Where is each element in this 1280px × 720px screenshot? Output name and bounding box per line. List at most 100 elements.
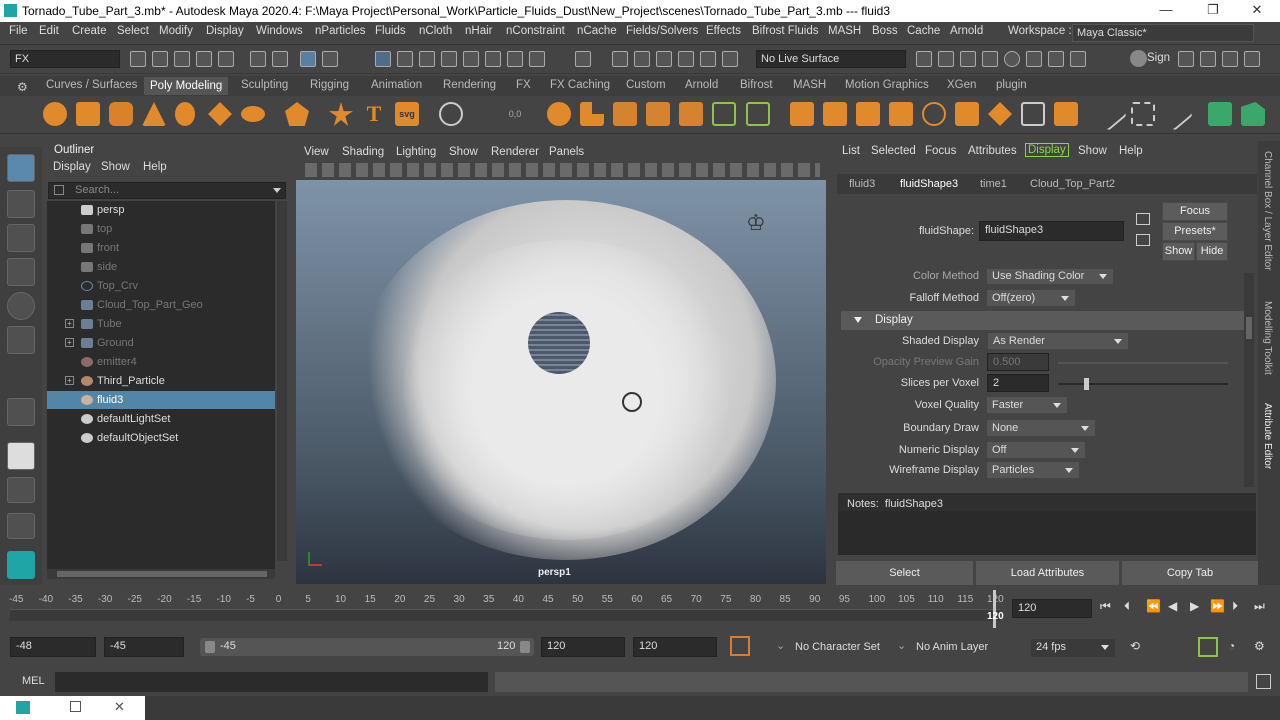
menu-ncache[interactable]: nCache	[577, 25, 617, 37]
output-ops-icon[interactable]	[656, 51, 672, 67]
viewport-menu-lighting[interactable]: Lighting	[396, 146, 436, 158]
snap-together-icon[interactable]	[507, 51, 523, 67]
slider-handle[interactable]	[1084, 378, 1089, 390]
outliner-item-side[interactable]: side	[47, 258, 275, 276]
voxel-quality-dropdown[interactable]: Faster	[986, 396, 1068, 414]
search-dropdown-chevron-icon[interactable]	[273, 188, 281, 193]
render-view-icon[interactable]	[1026, 51, 1042, 67]
shelf-tab-plugin[interactable]: plugin	[996, 79, 1027, 91]
four-view-layout-icon[interactable]	[7, 477, 35, 503]
goto-end-icon[interactable]: ⏭	[1254, 599, 1265, 614]
fps-dropdown[interactable]: 24 fps	[1030, 638, 1116, 658]
outliner-item-front[interactable]: front	[47, 239, 275, 257]
shelf-tab-curves-surfaces[interactable]: Curves / Surfaces	[46, 79, 137, 91]
ae-tab-fluidshape3[interactable]: fluidShape3	[900, 178, 958, 190]
extrude-icon[interactable]	[790, 102, 814, 126]
quad-draw-icon[interactable]	[1131, 102, 1155, 126]
presets-button[interactable]: Presets*	[1162, 222, 1228, 241]
menu-select[interactable]: Select	[117, 25, 149, 37]
menu-mash[interactable]: MASH	[828, 25, 861, 37]
outliner-vertical-scrollbar[interactable]	[277, 201, 287, 561]
step-back-key-icon[interactable]: ⏪	[1146, 599, 1161, 613]
sign-in-link[interactable]: Sign	[1147, 52, 1170, 64]
viewport-persp[interactable]: ♔ persp1	[296, 180, 826, 584]
viewport-icon-bar[interactable]	[305, 163, 820, 177]
lasso-icon[interactable]	[322, 51, 338, 67]
outliner-menu-display[interactable]: Display	[53, 161, 91, 173]
viewport-menu-panels[interactable]: Panels	[549, 146, 584, 158]
scene-end-field[interactable]: 120	[633, 637, 717, 657]
poly-plane-icon[interactable]	[208, 102, 232, 126]
auto-key-icon[interactable]	[730, 636, 750, 656]
sculpt-tool-icon[interactable]	[439, 102, 463, 126]
redo-icon[interactable]	[218, 51, 234, 67]
scrollbar-thumb[interactable]	[1246, 317, 1252, 339]
uv-editor-icon[interactable]	[1208, 102, 1232, 126]
menu-arnold[interactable]: Arnold	[950, 25, 983, 37]
step-forward-key-icon[interactable]: ⏩	[1210, 599, 1225, 613]
ipr-render-icon[interactable]	[960, 51, 976, 67]
single-view-layout-icon[interactable]	[7, 442, 35, 470]
lasso-tool-icon[interactable]	[7, 190, 35, 218]
ae-menu-display[interactable]: Display	[1025, 143, 1069, 157]
focus-button[interactable]: Focus	[1162, 202, 1228, 221]
menu-create[interactable]: Create	[72, 25, 107, 37]
snap-point-icon[interactable]	[419, 51, 435, 67]
ae-menu-selected[interactable]: Selected	[871, 145, 916, 157]
bridge-icon[interactable]	[823, 102, 847, 126]
hypershade-icon[interactable]	[1004, 51, 1020, 67]
channel-box-icon[interactable]	[1244, 51, 1260, 67]
hide-button[interactable]: Hide	[1196, 242, 1228, 261]
outliner-menu-show[interactable]: Show	[101, 161, 130, 173]
uv-unfold-icon[interactable]	[1241, 102, 1265, 126]
outliner-search-input[interactable]: Search...	[48, 182, 286, 199]
menu-effects[interactable]: Effects	[706, 25, 741, 37]
outliner-item-fluid3[interactable]: fluid3	[47, 391, 275, 409]
maximize-button[interactable]: ❐	[1190, 0, 1236, 22]
outliner-item-default-light-set[interactable]: defaultLightSet	[47, 410, 275, 428]
mini-restore-icon[interactable]	[70, 701, 81, 712]
snap-view-icon[interactable]	[441, 51, 457, 67]
render-settings-icon[interactable]	[982, 51, 998, 67]
play-forwards-icon[interactable]: ▶	[1190, 599, 1199, 613]
select-button[interactable]: Select	[836, 561, 973, 585]
menu-fluids[interactable]: Fluids	[375, 25, 406, 37]
scrollbar-thumb[interactable]	[57, 571, 267, 577]
ae-tab-time1[interactable]: time1	[980, 178, 1007, 190]
slices-per-voxel-slider[interactable]	[1058, 378, 1228, 390]
poly-disc-icon[interactable]	[241, 106, 265, 122]
current-frame-field[interactable]: 120	[1012, 599, 1092, 618]
menu-nparticles[interactable]: nParticles	[315, 25, 366, 37]
copy-tab-button[interactable]: Copy Tab	[1122, 561, 1258, 585]
anim-layer-dropdown-chevron-icon[interactable]: ⌄	[897, 639, 906, 652]
menu-nhair[interactable]: nHair	[465, 25, 492, 37]
shelf-tab-animation[interactable]: Animation	[371, 79, 422, 91]
shelf-tab-custom[interactable]: Custom	[626, 79, 666, 91]
ae-menu-focus[interactable]: Focus	[925, 145, 956, 157]
menu-nconstraint[interactable]: nConstraint	[506, 25, 565, 37]
snap-curve-icon[interactable]	[397, 51, 413, 67]
numeric-display-dropdown[interactable]: Off	[986, 441, 1086, 459]
snap-live-icon[interactable]	[485, 51, 501, 67]
outliner-item-top-crv[interactable]: Top_Crv	[47, 277, 275, 295]
expand-icon[interactable]: +	[65, 338, 74, 347]
color-method-dropdown[interactable]: Use Shading Color	[986, 269, 1114, 285]
range-start-handle[interactable]	[205, 641, 215, 653]
mirror-icon[interactable]	[679, 102, 703, 126]
bevel-icon[interactable]	[922, 102, 946, 126]
new-scene-icon[interactable]	[130, 51, 146, 67]
boolean-union-icon[interactable]	[712, 102, 736, 126]
cache-playback-icon[interactable]: ◔	[1228, 639, 1235, 653]
shelf-tab-poly-modeling[interactable]: Poly Modeling	[144, 77, 229, 95]
render-frame-icon[interactable]	[938, 51, 954, 67]
edit-edge-flow-icon[interactable]	[1159, 97, 1193, 131]
outliner-item-ground[interactable]: + Ground	[47, 334, 275, 352]
menu-display[interactable]: Display	[206, 25, 244, 37]
range-end-handle[interactable]	[520, 641, 530, 653]
measure-tool-icon[interactable]: 0,0	[503, 102, 527, 126]
save-scene-icon[interactable]	[174, 51, 190, 67]
menu-fields-solvers[interactable]: Fields/Solvers	[626, 25, 698, 37]
boolean-difference-icon[interactable]	[746, 102, 770, 126]
menu-windows[interactable]: Windows	[256, 25, 303, 37]
outliner-item-tube[interactable]: + Tube	[47, 315, 275, 333]
